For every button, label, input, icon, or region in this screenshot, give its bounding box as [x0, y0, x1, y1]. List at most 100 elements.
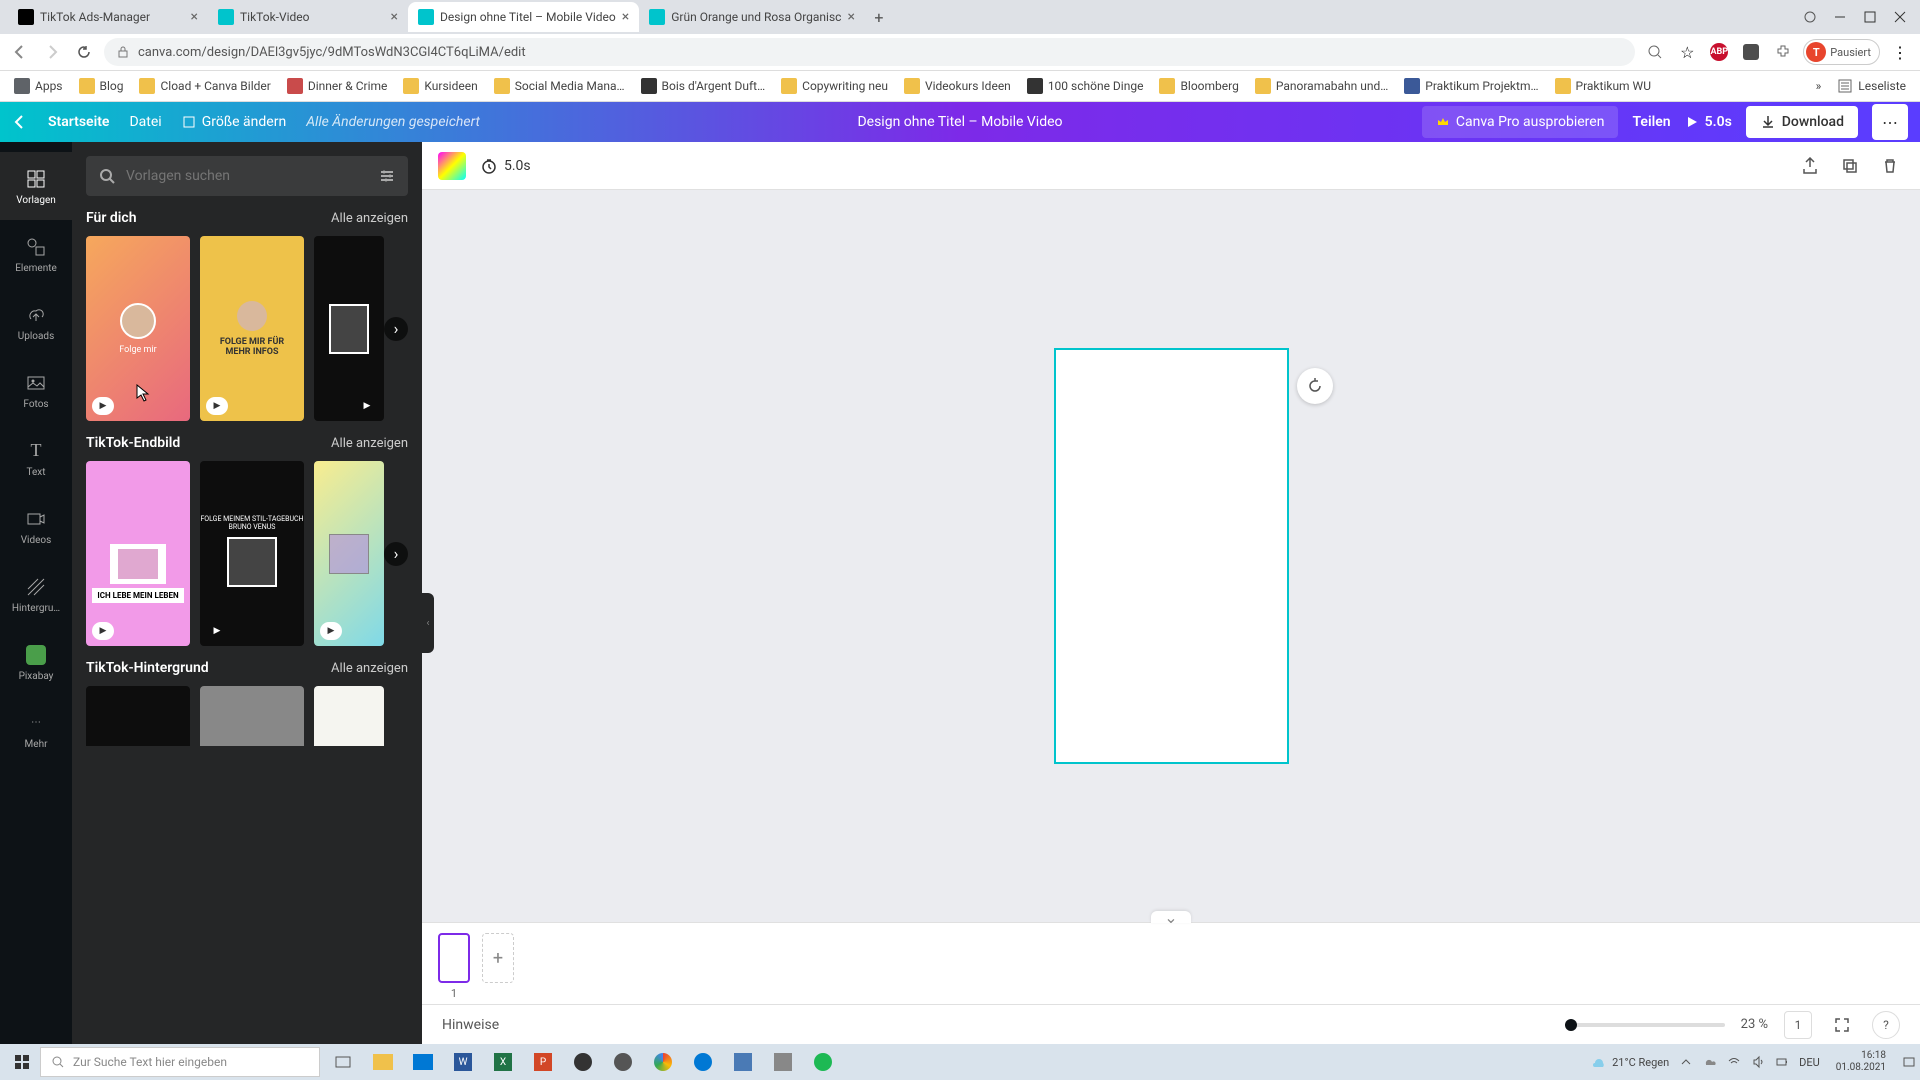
minimize-icon[interactable]: [1834, 11, 1846, 23]
template-card[interactable]: FOLGE MIR FÜR MEHR INFOS ▶: [200, 236, 304, 421]
chrome-button[interactable]: [644, 1046, 682, 1078]
volume-icon[interactable]: [1751, 1055, 1765, 1069]
page-canvas[interactable]: [1054, 348, 1289, 764]
delete-icon[interactable]: [1876, 152, 1904, 180]
close-icon[interactable]: ×: [847, 9, 854, 25]
adblock-icon[interactable]: ABP: [1707, 40, 1731, 64]
rail-uploads[interactable]: Uploads: [0, 288, 72, 356]
clock[interactable]: 16:18 01.08.2021: [1830, 1050, 1892, 1074]
bookmark-item[interactable]: Copywriting neu: [775, 75, 894, 97]
slider-thumb[interactable]: [1565, 1019, 1577, 1031]
new-tab-button[interactable]: +: [865, 3, 893, 31]
reload-button[interactable]: [72, 40, 96, 64]
download-button[interactable]: Download: [1746, 106, 1858, 138]
chevron-up-icon[interactable]: [1679, 1055, 1693, 1069]
reading-list[interactable]: Leseliste: [1831, 75, 1912, 97]
template-card[interactable]: FOLGE MEINEM STIL-TAGEBUCH BRUNO VENUS ▶: [200, 461, 304, 646]
template-card[interactable]: Folge mir ▶: [86, 236, 190, 421]
battery-icon[interactable]: [1775, 1055, 1789, 1069]
duration-control[interactable]: 5.0s: [480, 157, 531, 175]
bookmark-item[interactable]: Bois d'Argent Duft…: [635, 75, 772, 97]
see-all-link[interactable]: Alle anzeigen: [331, 211, 408, 226]
profile-badge[interactable]: T Pausiert: [1803, 39, 1880, 65]
rail-elements[interactable]: Elemente: [0, 220, 72, 288]
grid-view-button[interactable]: 1: [1784, 1011, 1812, 1039]
canvas-stage[interactable]: ⌄: [422, 190, 1920, 922]
language-indicator[interactable]: DEU: [1799, 1056, 1820, 1069]
rail-pixabay[interactable]: Pixabay: [0, 628, 72, 696]
close-icon[interactable]: ×: [191, 9, 198, 25]
color-picker[interactable]: [438, 152, 466, 180]
template-card[interactable]: ▶: [314, 461, 384, 646]
incognito-icon[interactable]: [1804, 11, 1816, 23]
rail-photos[interactable]: Fotos: [0, 356, 72, 424]
zoom-value[interactable]: 23 %: [1741, 1017, 1768, 1032]
app-button[interactable]: [764, 1046, 802, 1078]
template-card[interactable]: ▶: [314, 236, 384, 421]
notification-icon[interactable]: [1902, 1055, 1916, 1069]
bookmark-item[interactable]: Cload + Canva Bilder: [133, 75, 276, 97]
share-button[interactable]: Teilen: [1632, 114, 1670, 130]
bookmark-item[interactable]: Praktikum WU: [1549, 75, 1657, 97]
word-button[interactable]: W: [444, 1046, 482, 1078]
app-button[interactable]: [724, 1046, 762, 1078]
back-icon[interactable]: [12, 114, 28, 130]
browser-tab[interactable]: TikTok Ads-Manager ×: [8, 2, 208, 32]
close-icon[interactable]: ×: [622, 9, 629, 25]
bookmark-item[interactable]: Videokurs Ideen: [898, 75, 1017, 97]
explorer-button[interactable]: [364, 1046, 402, 1078]
file-menu[interactable]: Datei: [129, 114, 161, 130]
browser-menu-icon[interactable]: ⋮: [1888, 40, 1912, 64]
rail-videos[interactable]: Videos: [0, 492, 72, 560]
browser-tab[interactable]: Grün Orange und Rosa Organisc ×: [639, 2, 865, 32]
back-button[interactable]: [8, 40, 32, 64]
filter-icon[interactable]: [378, 167, 396, 185]
refresh-button[interactable]: [1297, 368, 1333, 404]
bookmark-item[interactable]: Blog: [73, 75, 130, 97]
task-view-button[interactable]: [324, 1046, 362, 1078]
browser-tab[interactable]: TikTok-Video ×: [208, 2, 408, 32]
more-button[interactable]: ⋯: [1872, 104, 1908, 140]
add-page-button[interactable]: +: [482, 933, 514, 983]
maximize-icon[interactable]: [1864, 11, 1876, 23]
wifi-icon[interactable]: [1727, 1055, 1741, 1069]
rail-templates[interactable]: Vorlagen: [0, 152, 72, 220]
excel-button[interactable]: X: [484, 1046, 522, 1078]
collapse-timeline-button[interactable]: ⌄: [1151, 911, 1191, 923]
bookmark-item[interactable]: Dinner & Crime: [281, 75, 394, 97]
template-card[interactable]: +: [86, 686, 190, 746]
zoom-icon[interactable]: [1643, 40, 1667, 64]
spotify-button[interactable]: [804, 1046, 842, 1078]
resize-button[interactable]: Größe ändern: [182, 114, 287, 130]
design-title[interactable]: Design ohne Titel – Mobile Video: [857, 114, 1062, 130]
browser-tab[interactable]: Design ohne Titel – Mobile Video ×: [408, 2, 639, 32]
template-card[interactable]: [200, 686, 304, 746]
next-button[interactable]: ›: [384, 542, 408, 566]
onedrive-icon[interactable]: [1703, 1055, 1717, 1069]
rail-more[interactable]: ⋯Mehr: [0, 696, 72, 764]
close-icon[interactable]: ×: [391, 9, 398, 25]
present-button[interactable]: 5.0s: [1685, 114, 1732, 130]
next-button[interactable]: ›: [384, 317, 408, 341]
rail-text[interactable]: TText: [0, 424, 72, 492]
bookmark-star-icon[interactable]: ☆: [1675, 40, 1699, 64]
bookmark-apps[interactable]: Apps: [8, 75, 69, 97]
forward-button[interactable]: [40, 40, 64, 64]
bookmark-item[interactable]: Bloomberg: [1153, 75, 1244, 97]
page-thumbnail[interactable]: [438, 933, 470, 983]
fullscreen-button[interactable]: [1828, 1011, 1856, 1039]
search-box[interactable]: [86, 156, 408, 196]
try-pro-button[interactable]: Canva Pro ausprobieren: [1422, 106, 1619, 138]
rail-background[interactable]: Hintergru…: [0, 560, 72, 628]
export-icon[interactable]: [1796, 152, 1824, 180]
weather-widget[interactable]: 21°C Regen: [1590, 1053, 1669, 1071]
mail-button[interactable]: [404, 1046, 442, 1078]
see-all-link[interactable]: Alle anzeigen: [331, 436, 408, 451]
bookmark-item[interactable]: Praktikum Projektm…: [1398, 75, 1544, 97]
url-input[interactable]: canva.com/design/DAEl3gv5jyc/9dMTosWdN3C…: [104, 38, 1635, 66]
bookmark-item[interactable]: Kursideen: [397, 75, 483, 97]
notes-button[interactable]: Hinweise: [442, 1017, 499, 1033]
zoom-slider[interactable]: [1565, 1023, 1725, 1027]
taskbar-search[interactable]: Zur Suche Text hier eingeben: [40, 1047, 320, 1077]
template-card[interactable]: ICH LEBE MEIN LEBEN ▶: [86, 461, 190, 646]
